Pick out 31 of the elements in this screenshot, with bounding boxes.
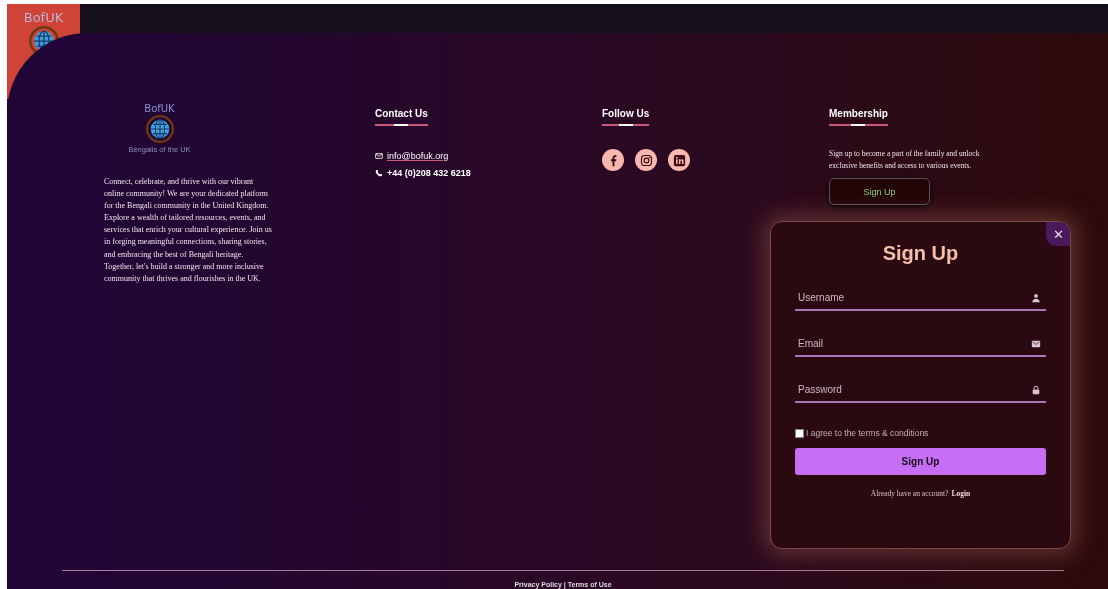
- heading-underline: [375, 124, 428, 126]
- instagram-icon: [638, 152, 654, 168]
- terms-label: I agree to the terms & conditions: [806, 428, 929, 438]
- envelope-icon: [1031, 339, 1041, 349]
- user-icon: [1031, 293, 1041, 303]
- sign-up-button[interactable]: Sign Up: [829, 178, 930, 205]
- close-button[interactable]: ✕: [1046, 222, 1070, 246]
- sign-up-submit-button[interactable]: Sign Up: [795, 448, 1046, 475]
- input-field[interactable]: Username: [795, 285, 1046, 311]
- globe-icon: [144, 115, 175, 143]
- instagram-link[interactable]: [635, 149, 657, 171]
- phone-number: +44 (0)208 432 6218: [387, 168, 471, 178]
- linkedin-link[interactable]: [668, 149, 690, 171]
- heading-underline: [829, 124, 888, 126]
- input-field[interactable]: Password: [795, 377, 1046, 403]
- linkedin-icon: [671, 152, 687, 168]
- logo-text: BofUK: [23, 10, 64, 26]
- facebook-link[interactable]: [602, 149, 624, 171]
- envelope-icon: [375, 152, 383, 160]
- email-link[interactable]: info@bofuk.org: [387, 151, 449, 161]
- phone-icon: [375, 169, 383, 177]
- section-heading: Follow Us: [602, 108, 650, 120]
- section-heading: Contact Us: [375, 108, 428, 120]
- dialog-title: Sign Up: [881, 241, 960, 265]
- lock-icon: [1031, 385, 1041, 395]
- input-field[interactable]: Email: [795, 331, 1046, 357]
- about-text: Connect, celebrate, and thrive with our vibrant online community! We are your dedicated platform for the Bengali community in the United Kingdom. Explore a wealth of tailored resources, events, and services that enrich your cultural experience. Join us in forging meaningful connections, sharing stories, and embracing the best of Bengali heritage. Together, let's build a stronger and more inclusive community that thrives and flourishes in the UK.: [104, 176, 273, 285]
- section-heading: Membership: [829, 108, 888, 120]
- logo-text: BofUK: [144, 103, 175, 115]
- heading-underline: [602, 124, 650, 126]
- checkbox[interactable]: [795, 428, 804, 438]
